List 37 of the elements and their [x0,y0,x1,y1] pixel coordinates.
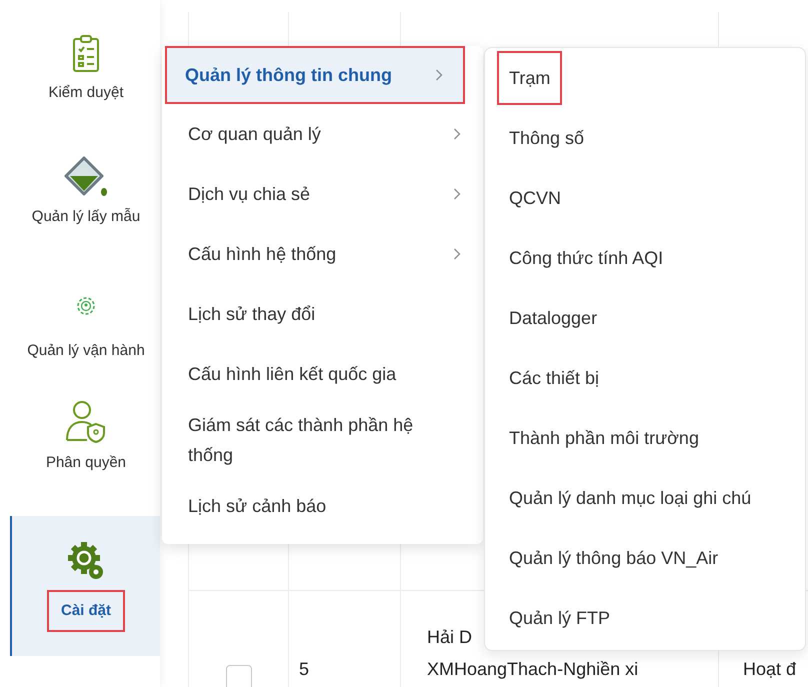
user-shield-icon [65,400,107,444]
chevron-right-icon [453,128,461,140]
sidebar-label: Cài đặt [46,590,125,632]
menu-item[interactable]: Dịch vụ chia sẻ [162,164,483,224]
submenu-item[interactable]: Công thức tính AQI [485,228,805,288]
sidebar-item[interactable]: Quản lý vận hành [10,272,160,394]
submenu-item[interactable]: QCVN [485,168,805,228]
submenu-item[interactable]: Quản lý danh mục loại ghi chú [485,468,805,528]
sidebar-label: Quản lý lấy mẫu [30,207,142,227]
chevron-right-icon [453,188,461,200]
menu-item[interactable]: Lịch sử thay đổi [162,284,483,344]
submenu-item[interactable]: Các thiết bị [485,348,805,408]
menu-item[interactable]: Lịch sử cảnh báo [162,476,483,536]
sidebar-item[interactable]: Quản lý lấy mẫu [10,150,160,272]
menu-item[interactable]: Quản lý thông tin chung [165,46,465,104]
sidebar-label: Quản lý vận hành [26,341,146,361]
chevron-right-icon [453,248,461,260]
menu-item[interactable]: Giám sát các thành phần hệ thống [162,404,483,476]
submenu-item[interactable]: Thành phần môi trường [485,408,805,468]
table-cell-text: Hoạt đ [743,658,796,681]
submenu-item[interactable]: Trạm [485,48,805,108]
chevron-right-icon [435,69,443,81]
beaker-icon [64,156,108,198]
menu-item[interactable]: Cấu hình hệ thống [162,224,483,284]
gears-icon [66,540,106,582]
sidebar-item[interactable]: Kiểm duyệt [10,28,160,150]
menu-item[interactable]: Cơ quan quản lý [162,104,483,164]
sidebar-label: Kiểm duyệt [47,83,125,103]
menu-item[interactable]: Cấu hình liên kết quốc gia [162,344,483,404]
sidebar-label: Phân quyền [44,453,128,473]
submenu-item[interactable]: Thông số [485,108,805,168]
submenu-item[interactable]: Datalogger [485,288,805,348]
submenu-item[interactable]: Quản lý thông báo VN_Air [485,528,805,588]
table-cell-text: 5 [299,658,310,681]
checkbox[interactable] [226,665,252,687]
sidebar-item[interactable]: Cài đặt [10,516,160,656]
sidebar-item[interactable]: Phân quyền [10,394,160,516]
